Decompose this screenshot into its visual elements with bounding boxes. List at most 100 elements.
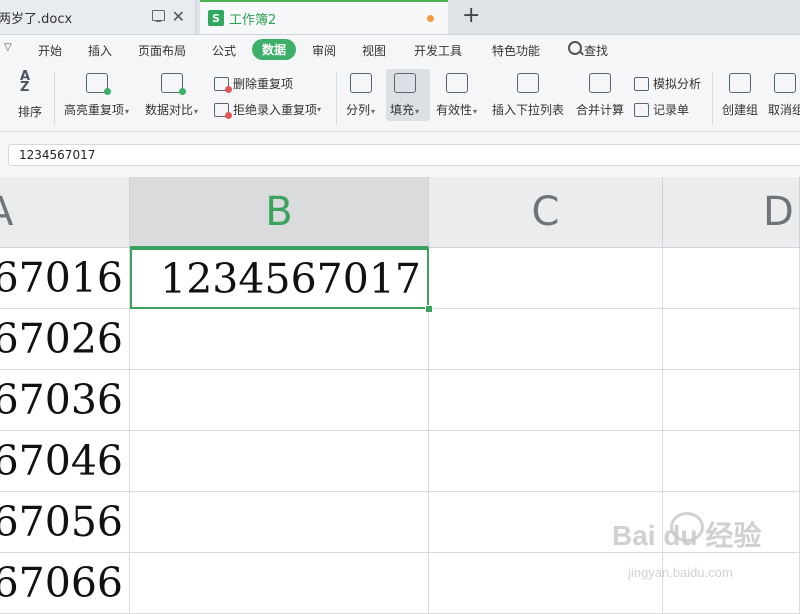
ribbon-separator (712, 71, 713, 125)
data-compare-label: 数据对比 (145, 103, 194, 117)
ungroup-button[interactable]: 取消组 (768, 73, 800, 118)
column-header-c-label: C (531, 189, 560, 235)
menu-find[interactable]: 查找 (584, 42, 608, 59)
tab-document-title: 两岁了.docx (0, 11, 73, 27)
cell-a3[interactable]: 1234567036 (0, 370, 130, 431)
column-header-b[interactable]: B (130, 177, 429, 248)
split-column-label: 分列 (346, 103, 371, 117)
column-header-a[interactable]: A (0, 177, 130, 248)
menu-home[interactable]: 开始 (38, 42, 62, 59)
menu-page-layout[interactable]: 页面布局 (138, 42, 186, 59)
delete-duplicates-label: 删除重复项 (233, 77, 294, 91)
chevron-down-icon: ▾ (194, 107, 199, 116)
cell-d2[interactable] (663, 309, 800, 370)
cell-a1[interactable]: 1234567016 (0, 248, 130, 309)
delete-duplicates-icon (214, 76, 232, 93)
watermark-logo: Bai du 经验 (612, 520, 762, 551)
reject-duplicates-button[interactable]: 拒绝录入重复项 ▾ (214, 101, 322, 119)
column-header-b-label: B (265, 188, 293, 235)
column-header-c[interactable]: C (429, 177, 663, 248)
insert-dropdown-list-label: 插入下拉列表 (492, 103, 565, 117)
cell-b6[interactable] (130, 553, 429, 614)
tab-workbook[interactable]: S 工作簿2 (200, 0, 448, 34)
chevron-down-icon: ▾ (317, 105, 322, 114)
close-icon[interactable]: ✕ (172, 7, 185, 26)
menu-view[interactable]: 视图 (362, 42, 386, 59)
cell-c4[interactable] (429, 431, 663, 492)
ungroup-icon (774, 73, 796, 93)
ribbon-separator (336, 71, 337, 125)
search-icon[interactable] (568, 41, 582, 55)
what-if-analysis-label: 模拟分析 (653, 77, 702, 91)
fill-button[interactable]: 填充▾ (390, 73, 419, 118)
record-form-button[interactable]: 记录单 (634, 101, 689, 118)
delete-duplicates-button[interactable]: 删除重复项 (214, 75, 294, 93)
ribbon-separator (54, 71, 55, 125)
cell-d1[interactable] (663, 248, 800, 309)
cell-b5[interactable] (130, 492, 429, 553)
cell-c1[interactable] (429, 248, 663, 309)
data-compare-icon (160, 73, 186, 95)
menu-bar: ▽ 开始 插入 页面布局 公式 数据 审阅 视图 开发工具 特色功能 查找 (0, 35, 800, 65)
reject-duplicates-label: 拒绝录入重复项 (233, 103, 318, 117)
data-compare-button[interactable]: 数据对比▾ (145, 73, 198, 118)
chevron-down-icon: ▾ (125, 107, 130, 116)
cell-c2[interactable] (429, 309, 663, 370)
highlight-duplicates-label: 高亮重复项 (64, 103, 125, 117)
table-icon (634, 76, 649, 91)
cell-a4[interactable]: 1234567046 (0, 431, 130, 492)
fill-handle[interactable] (425, 305, 433, 313)
validity-label: 有效性 (436, 103, 473, 117)
consolidate-button[interactable]: 合并计算 (576, 73, 624, 118)
ungroup-label: 取消组 (768, 103, 800, 117)
what-if-analysis-button[interactable]: 模拟分析 (634, 75, 701, 92)
cell-d4[interactable] (663, 431, 800, 492)
sort-button[interactable]: 排序 (18, 103, 42, 120)
column-header-a-label: A (0, 189, 13, 235)
column-header-d[interactable]: D (663, 177, 800, 248)
sort-az-icon[interactable]: AZ (20, 70, 30, 94)
formula-input[interactable]: 1234567017 (8, 144, 800, 166)
cell-b3[interactable] (130, 370, 429, 431)
cell-b1[interactable]: 1234567017 (130, 248, 429, 309)
tab-document[interactable]: 两岁了.docx ✕ (0, 0, 196, 34)
cell-a5[interactable]: 1234567056 (0, 492, 130, 553)
create-group-button[interactable]: 创建组 (722, 73, 758, 118)
spreadsheet-icon: S (208, 10, 224, 26)
cell-d3[interactable] (663, 370, 800, 431)
unsaved-dot-icon (427, 15, 434, 22)
highlight-duplicates-button[interactable]: 高亮重复项▾ (64, 73, 129, 118)
cell-b2[interactable] (130, 309, 429, 370)
cell-a6[interactable]: 1234567066 (0, 553, 130, 614)
menu-insert[interactable]: 插入 (88, 42, 112, 59)
insert-dropdown-list-button[interactable]: 插入下拉列表 (492, 73, 564, 118)
formula-bar: 1234567017 (0, 132, 800, 177)
consolidate-icon (589, 73, 611, 93)
group-icon (729, 73, 751, 93)
highlight-duplicates-icon (85, 73, 111, 95)
consolidate-label: 合并计算 (576, 103, 625, 117)
menu-special-features[interactable]: 特色功能 (492, 42, 540, 59)
tab-workbook-title: 工作簿2 (229, 12, 277, 28)
fill-label: 填充 (390, 103, 415, 117)
cell-b4[interactable] (130, 431, 429, 492)
menu-formulas[interactable]: 公式 (212, 42, 236, 59)
ribbon-data: AZ 排序 高亮重复项▾ 数据对比▾ 删除重复项 拒绝录入重复项 ▾ 分列▾ 填… (0, 65, 800, 132)
validity-button[interactable]: 有效性▾ (436, 73, 477, 118)
menu-dropdown-icon[interactable]: ▽ (4, 42, 12, 53)
watermark-url: jingyan.baidu.com (628, 565, 733, 580)
new-tab-button[interactable]: + (462, 3, 480, 28)
cell-c3[interactable] (429, 370, 663, 431)
cell-a2[interactable]: 1234567026 (0, 309, 130, 370)
window-restore-icon[interactable] (152, 10, 165, 22)
dropdown-list-icon (517, 73, 539, 93)
split-column-button[interactable]: 分列▾ (346, 73, 375, 118)
menu-developer[interactable]: 开发工具 (414, 42, 462, 59)
cell-c6[interactable] (429, 553, 663, 614)
form-icon (634, 102, 649, 117)
menu-data[interactable]: 数据 (252, 39, 296, 60)
cell-d6[interactable] (663, 553, 800, 614)
menu-review[interactable]: 审阅 (312, 42, 336, 59)
column-header-d-label: D (763, 189, 794, 235)
fill-down-icon (393, 73, 416, 93)
